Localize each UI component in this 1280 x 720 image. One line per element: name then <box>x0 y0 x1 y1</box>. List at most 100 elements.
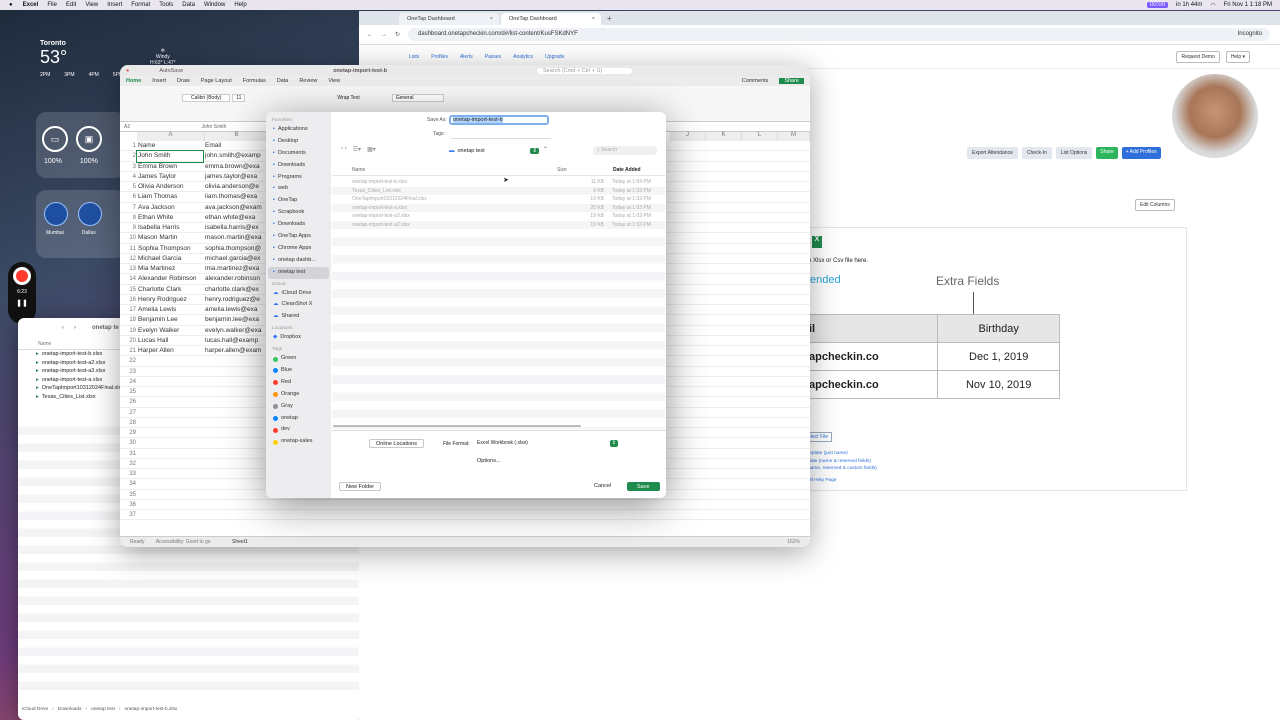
row-number[interactable]: 8 <box>120 213 136 223</box>
calendar-timer[interactable]: in 1h 44m <box>1176 2 1202 8</box>
cell-email[interactable]: charlotte.clark@ex <box>205 285 267 295</box>
row-number[interactable]: 35 <box>120 490 136 500</box>
path-item[interactable]: Downloads <box>58 707 82 712</box>
tab-formulas[interactable]: Formulas <box>243 78 266 84</box>
browser-tab[interactable]: OneTap Dashboard × <box>399 13 499 25</box>
nav-alerts[interactable]: Alerts <box>460 54 473 60</box>
cell-email[interactable]: amelia.lewis@exa <box>205 305 267 315</box>
dialog-file-row[interactable]: OneTapImport10312024Final.xlsx 19 KB Today… <box>332 195 665 204</box>
column-date-added[interactable]: Date Added <box>613 165 641 176</box>
tab-insert[interactable]: Insert <box>152 78 166 84</box>
close-icon[interactable]: × <box>490 13 493 25</box>
dialog-file-row[interactable]: onetap-import-test-a3.xlsx 19 KB Today at … <box>332 212 665 221</box>
cell-name[interactable]: Mia Martinez <box>137 264 203 274</box>
row-number[interactable]: 14 <box>120 274 136 284</box>
row-number[interactable]: 33 <box>120 469 136 479</box>
row-number[interactable]: 25 <box>120 387 136 397</box>
autosave-toggle[interactable]: AutoSave <box>159 68 183 74</box>
menu-tools[interactable]: Tools <box>159 2 173 8</box>
row-number[interactable]: 4 <box>120 172 136 182</box>
font-select[interactable]: Calibri (Body) <box>182 94 231 102</box>
menu-file[interactable]: File <box>47 2 57 8</box>
row-number[interactable]: 7 <box>120 203 136 213</box>
menu-app-name[interactable]: Excel <box>23 2 39 8</box>
zoom-level[interactable]: 162% <box>787 537 800 547</box>
row-number[interactable]: 6 <box>120 192 136 202</box>
sidebar-item[interactable]: ☁ iCloud Drive <box>266 288 331 300</box>
close-icon[interactable]: × <box>592 13 595 25</box>
sidebar-item[interactable]: ▪ Downloads <box>266 160 331 172</box>
sidebar-tag[interactable]: Green <box>266 353 331 365</box>
help-page-link[interactable]: ull Help Page <box>808 477 877 485</box>
help-button[interactable]: Help ▾ <box>1225 50 1250 63</box>
pause-icon[interactable]: ❚❚ <box>8 299 36 307</box>
row-number[interactable]: 19 <box>120 326 136 336</box>
comments-button[interactable]: Comments <box>742 78 769 84</box>
record-stop-icon[interactable] <box>13 267 31 285</box>
cell-name[interactable]: Henry Rodriguez <box>137 295 203 305</box>
column-header[interactable]: B <box>205 132 269 141</box>
sidebar-item[interactable]: ▪ Desktop <box>266 136 331 148</box>
sidebar-tag[interactable]: Red <box>266 377 331 389</box>
tab-page-layout[interactable]: Page Layout <box>201 78 232 84</box>
column-header[interactable]: A <box>137 132 205 141</box>
cell-email[interactable]: ava.jackson@exam <box>205 203 267 213</box>
cell-name[interactable]: John Smith <box>136 150 204 163</box>
menu-view[interactable]: View <box>85 2 98 8</box>
forward-icon[interactable]: › <box>74 325 76 331</box>
row-number[interactable]: 1 <box>120 141 136 151</box>
cell-email[interactable]: emma.brown@exa <box>205 162 267 172</box>
horizontal-scrollbar[interactable] <box>333 425 581 427</box>
cancel-button[interactable]: Cancel <box>588 482 618 491</box>
cell-email[interactable]: liam.thomas@exa <box>205 192 267 202</box>
location-popup[interactable]: ▬ onetap test ⇕ <box>449 146 539 155</box>
row-number[interactable]: 13 <box>120 264 136 274</box>
row-number[interactable]: 15 <box>120 285 136 295</box>
back-icon[interactable]: ‹ › <box>341 146 347 153</box>
sidebar-item[interactable]: ▪ Applications <box>266 124 331 136</box>
online-locations-button[interactable]: Online Locations <box>369 439 424 448</box>
apple-icon[interactable]: ● <box>9 2 13 8</box>
options-button[interactable]: Options... <box>471 457 507 466</box>
row-number[interactable]: 17 <box>120 305 136 315</box>
cell-email[interactable]: sophia.thompson@ <box>205 244 267 254</box>
template-link[interactable]: mplate (just name) <box>808 450 877 458</box>
file-format-select[interactable]: Excel Workbook (.xlsx) ⇕ <box>475 439 618 448</box>
cell-email[interactable]: harper.allen@exam <box>205 346 267 356</box>
sidebar-item[interactable]: ▪ web <box>266 183 331 195</box>
row-number[interactable]: 28 <box>120 418 136 428</box>
tab-data[interactable]: Data <box>277 78 289 84</box>
menu-edit[interactable]: Edit <box>66 2 76 8</box>
dialog-file-row[interactable]: Texas_Cities_List.xlsx 9 KB Today at 1:03 … <box>332 186 665 196</box>
filename-input[interactable]: onetap-import-test-b <box>453 117 503 123</box>
list-view-icon[interactable]: ☰▾ <box>353 146 361 153</box>
dialog-file-row[interactable]: onetap-import-test-b.xlsx 11 KB Today at 1… <box>332 178 665 187</box>
sidebar-item[interactable]: ◆ Dropbox <box>266 332 331 344</box>
save-button[interactable]: Save <box>627 482 660 491</box>
column-header[interactable]: L <box>742 132 778 141</box>
edit-columns-button[interactable]: Edit Columns <box>1135 199 1175 211</box>
sidebar-item[interactable]: ▪ Chrome Apps <box>266 243 331 255</box>
cell-name[interactable]: Benjamin Lee <box>137 315 203 325</box>
cell-email[interactable]: alexander.robinson <box>205 274 267 284</box>
sidebar-tag[interactable]: dev <box>266 424 331 436</box>
row-number[interactable]: 24 <box>120 377 136 387</box>
cell-email[interactable]: benjamin.lee@exa <box>205 315 267 325</box>
row-number[interactable]: 18 <box>120 315 136 325</box>
menu-insert[interactable]: Insert <box>107 2 122 8</box>
share-button[interactable]: Share <box>1096 147 1118 159</box>
cell-name[interactable]: Michael Garcia <box>137 254 203 264</box>
nav-profiles[interactable]: Profiles <box>431 54 448 60</box>
cell-name[interactable]: Charlotte Clark <box>137 285 203 295</box>
cell-name[interactable]: Ethan White <box>137 213 203 223</box>
cell-name[interactable]: Name <box>137 141 203 151</box>
tags-input[interactable] <box>451 138 551 139</box>
tab-review[interactable]: Review <box>299 78 317 84</box>
sidebar-item[interactable]: ☁ Shared <box>266 311 331 323</box>
cell-email[interactable]: mia.martinez@exa <box>205 264 267 274</box>
new-tab-icon[interactable]: + <box>607 13 612 25</box>
column-header[interactable]: J <box>670 132 706 141</box>
sidebar-tag[interactable]: onetap <box>266 413 331 425</box>
path-item[interactable]: onetap-import-test-b.xlsx <box>124 707 177 712</box>
cell-name[interactable]: Liam Thomas <box>137 192 203 202</box>
